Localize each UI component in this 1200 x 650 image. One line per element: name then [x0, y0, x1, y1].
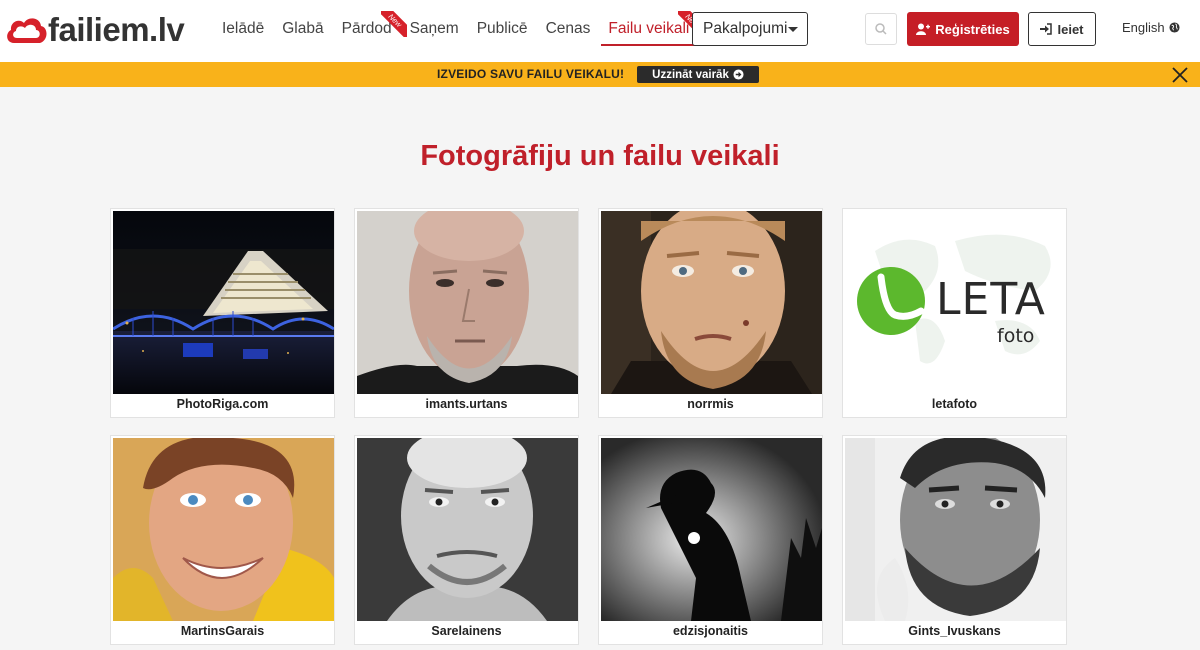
store-card-photoriga[interactable]: PhotoRiga.com: [110, 208, 335, 418]
promo-banner-text: IZVEIDO SAVU FAILU VEIKALU!: [437, 67, 625, 81]
store-card-letafoto[interactable]: LETA foto letafoto: [842, 208, 1067, 418]
globe-icon: [1169, 22, 1180, 33]
store-photo: [601, 438, 822, 621]
nav-item-publice[interactable]: Publicē: [468, 0, 537, 62]
register-button[interactable]: Reģistrēties: [907, 12, 1019, 46]
store-name: PhotoRiga.com: [176, 397, 269, 411]
store-photo: [357, 211, 578, 394]
nav-item-label: Publicē: [476, 20, 528, 37]
store-name: imants.urtans: [425, 397, 508, 411]
store-photo: [601, 211, 822, 394]
store-photo: [113, 438, 334, 621]
store-card-martinsgarais[interactable]: MartinsGarais: [110, 435, 335, 645]
store-name: letafoto: [931, 397, 978, 411]
nav-item-label: Failu veikali: [608, 20, 690, 37]
store-card-gints-ivuskans[interactable]: Gints_Ivuskans: [842, 435, 1067, 645]
store-photo: [357, 438, 578, 621]
nav-item-glaba[interactable]: Glabā: [273, 0, 332, 62]
nav-item-sanem[interactable]: Saņem: [401, 0, 468, 62]
language-switch[interactable]: English: [1122, 20, 1180, 35]
search-icon: [875, 23, 887, 35]
page-title: Fotogrāfiju un failu veikali: [420, 140, 780, 172]
close-icon[interactable]: [1171, 66, 1189, 84]
store-name: norrmis: [687, 397, 734, 411]
services-dropdown-label: Pakalpojumi: [703, 20, 788, 37]
cloud-logo-icon: [4, 13, 48, 47]
store-name: MartinsGarais: [180, 624, 265, 638]
learn-more-button[interactable]: Uzzināt vairāk: [637, 66, 759, 83]
sign-in-icon: [1040, 23, 1053, 35]
nav-item-label: Ielādē: [222, 20, 265, 37]
top-header: failiem.lv Ielādē Glabā Pārdod New Saņem …: [0, 0, 1200, 62]
search-button[interactable]: [865, 13, 897, 45]
store-photo: LETA foto: [845, 211, 1066, 394]
nav-item-cenas[interactable]: Cenas: [537, 0, 600, 62]
store-card-imants-urtans[interactable]: imants.urtans: [354, 208, 579, 418]
nav-item-failu-veikali[interactable]: Failu veikaliNew: [599, 0, 705, 62]
user-plus-icon: [916, 23, 931, 35]
store-card-norrmis[interactable]: norrmis: [598, 208, 823, 418]
nav-item-ielade[interactable]: Ielādē: [213, 0, 273, 62]
brand-name: failiem.lv: [48, 11, 185, 48]
caret-down-icon: [788, 27, 798, 32]
brand-logo[interactable]: failiem.lv: [4, 11, 185, 48]
nav-item-pardod[interactable]: Pārdod New: [333, 0, 407, 62]
store-name: Gints_Ivuskans: [908, 624, 1001, 638]
promo-banner: IZVEIDO SAVU FAILU VEIKALU! Uzzināt vair…: [0, 62, 1200, 87]
nav-item-label: Glabā: [282, 20, 324, 37]
services-dropdown[interactable]: Pakalpojumi: [692, 12, 808, 46]
store-card-edzisjonaitis[interactable]: edzisjonaitis: [598, 435, 823, 645]
learn-more-label: Uzzināt vairāk: [652, 68, 729, 81]
store-name: Sarelainens: [431, 624, 502, 638]
language-label: English: [1122, 20, 1165, 35]
arrow-circle-right-icon: [733, 69, 744, 80]
main-nav: Ielādē Glabā Pārdod New Saņem Publicē Cen…: [213, 0, 705, 62]
leta-logo-text: LETA: [936, 274, 1046, 325]
nav-item-label: Saņem: [409, 20, 459, 37]
leta-logo-subtext: foto: [997, 325, 1035, 347]
login-button[interactable]: Ieiet: [1028, 12, 1096, 46]
login-label: Ieiet: [1057, 21, 1084, 37]
store-photo: [113, 211, 334, 394]
store-photo: [845, 438, 1066, 621]
store-card-sarelainens[interactable]: Sarelainens: [354, 435, 579, 645]
nav-item-label: Cenas: [545, 20, 591, 37]
store-name: edzisjonaitis: [672, 624, 749, 638]
register-label: Reģistrēties: [935, 21, 1010, 37]
